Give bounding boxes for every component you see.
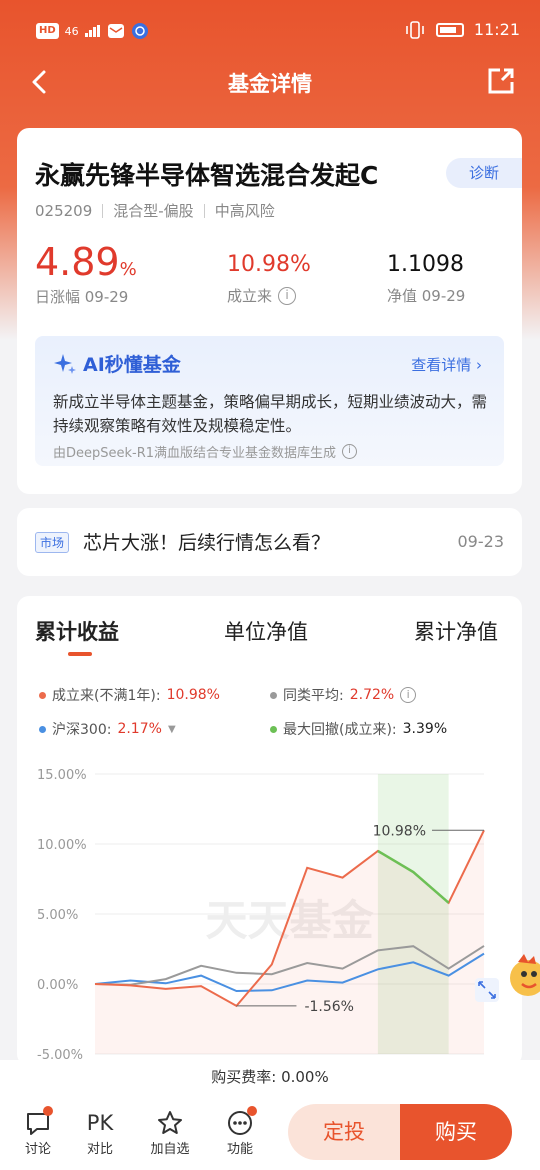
news-date: 09-23 — [457, 532, 505, 551]
nav-value: 1.1098 — [387, 252, 464, 277]
max-annotation: 10.98% — [373, 823, 426, 839]
legend-hs300[interactable]: 沪深300: 2.17% ▼ — [39, 719, 176, 739]
sparkle-icon — [54, 353, 76, 374]
news-headline: 芯片大涨！后续行情怎么看？ — [83, 532, 331, 554]
discuss-label: 讨论 — [24, 1142, 51, 1157]
day-change-label: 日涨幅 09-29 — [35, 288, 129, 306]
fund-name: 永赢先锋半导体智选混合发起C — [35, 161, 379, 190]
since-inception-label: 成立来 — [227, 287, 273, 305]
notification-dot — [43, 1106, 53, 1116]
nav-label: 净值 09-29 — [387, 287, 466, 305]
y-tick-label: 10.00% — [37, 838, 87, 853]
y-tick-label: 0.00% — [37, 978, 78, 993]
sip-button[interactable]: 定投 — [288, 1104, 400, 1160]
fund-risk: 中高风险 — [214, 202, 275, 220]
fund-meta: 025209 混合型-偏股 中高风险 — [35, 200, 275, 221]
legend-dot — [39, 725, 46, 733]
watchlist-button[interactable]: 加自选 — [145, 1108, 195, 1157]
legend-dot — [39, 691, 46, 699]
compare-button[interactable]: PK 对比 — [75, 1108, 125, 1157]
chart-tabs: 累计收益 单位净值 累计净值 — [17, 616, 522, 656]
tab-cumulative-nav[interactable]: 累计净值 — [414, 616, 498, 646]
news-tag: 市场 — [35, 532, 70, 553]
since-inception-stat[interactable]: 10.98% 成立来 i — [227, 240, 311, 306]
legend-dot — [270, 725, 277, 733]
share-icon[interactable] — [486, 66, 516, 96]
ai-summary-box[interactable]: AI秒懂基金 查看详情 › 新成立半导体主题基金，策略偏早期成长，短期业绩波动大… — [35, 336, 504, 466]
cumulative-return-chart: 15.00%10.00%5.00%0.00%-5.00%天天基金10.98%-1… — [37, 768, 499, 1063]
compare-label: 对比 — [86, 1142, 113, 1157]
chevron-right-icon: › — [476, 356, 482, 374]
network-indicator: 46 — [64, 24, 79, 38]
pk-icon: PK — [86, 1111, 114, 1135]
hd-badge: HD — [36, 23, 59, 39]
diagnose-button[interactable]: 诊断 — [446, 158, 522, 188]
min-annotation: -1.56% — [304, 999, 354, 1015]
ai-footer-text: 由DeepSeek-R1满血版结合专业基金数据库生成 — [53, 446, 337, 461]
ai-details-link[interactable]: 查看详情 › — [411, 354, 482, 375]
buy-button[interactable]: 购买 — [400, 1104, 512, 1160]
info-icon[interactable]: i — [278, 286, 297, 305]
day-change-stat: 4.89% 日涨幅 09-29 — [35, 240, 137, 307]
battery-icon — [435, 22, 464, 37]
star-icon — [158, 1111, 182, 1134]
discuss-button[interactable]: 讨论 — [13, 1106, 63, 1157]
ai-title: AI秒懂基金 — [53, 350, 181, 377]
day-change-value: 4.89 — [35, 240, 120, 284]
app-notification-icon — [131, 23, 148, 39]
dropdown-caret-icon[interactable]: ▼ — [168, 724, 176, 735]
purchase-fee: 购买费率: 0.00% — [0, 1060, 540, 1094]
performance-card: 累计收益 单位净值 累计净值 成立来(不满1年): 10.98% 同类平均: 2.7… — [17, 596, 522, 1066]
ai-footer: 由DeepSeek-R1满血版结合专业基金数据库生成 i — [53, 442, 358, 461]
legend-label: 沪深300: — [52, 722, 112, 738]
ai-summary-text: 新成立半导体主题基金，策略偏早期成长，短期业绩波动大，需持续观察策略有效性及规模… — [53, 393, 488, 435]
fund-summary-card: 永赢先锋半导体智选混合发起C 诊断 025209 混合型-偏股 中高风险 4.8… — [17, 128, 522, 494]
status-bar: HD 46 11:21 — [0, 0, 540, 60]
ai-title-text: AI秒懂基金 — [83, 354, 181, 376]
vibrate-icon — [406, 20, 424, 39]
functions-label: 功能 — [226, 1142, 253, 1157]
mascot-icon[interactable] — [504, 950, 540, 1000]
legend-peer: 同类平均: 2.72% i — [270, 685, 417, 705]
active-tab-indicator — [68, 652, 92, 656]
y-tick-label: 15.00% — [37, 768, 87, 783]
legend-drawdown: 最大回撤(成立来): 3.39% — [270, 719, 447, 739]
tab-cumulative-return[interactable]: 累计收益 — [35, 616, 119, 646]
expand-icon[interactable] — [475, 978, 499, 1002]
clock: 11:21 — [473, 20, 520, 39]
mail-icon — [107, 24, 124, 38]
day-change-unit: % — [119, 259, 137, 280]
since-inception-value: 10.98% — [227, 252, 311, 277]
legend-label: 最大回撤(成立来): — [283, 722, 397, 738]
legend-value: 2.17% — [117, 721, 162, 737]
watchlist-label: 加自选 — [150, 1142, 190, 1157]
page-title: 基金详情 — [228, 72, 312, 96]
legend-label: 成立来(不满1年): — [52, 688, 161, 704]
legend-label: 同类平均: — [283, 688, 344, 704]
legend-dot — [270, 691, 277, 699]
nav-stat: 1.1098 净值 09-29 — [387, 240, 465, 306]
legend-value: 2.72% — [349, 687, 395, 703]
divider — [203, 203, 205, 218]
news-card[interactable]: 市场 芯片大涨！后续行情怎么看？ 09-23 — [17, 508, 522, 576]
info-icon[interactable]: i — [342, 444, 358, 459]
divider — [102, 203, 104, 218]
fund-type: 混合型-偏股 — [113, 202, 194, 220]
bottom-action-bar: 讨论 PK 对比 加自选 功能 定投 购买 — [0, 1094, 540, 1170]
functions-button[interactable]: 功能 — [215, 1106, 265, 1157]
nav-bar: 基金详情 — [0, 60, 540, 104]
info-icon[interactable]: i — [400, 687, 417, 703]
y-tick-label: 5.00% — [37, 908, 78, 923]
legend-value: 3.39% — [402, 721, 448, 737]
signal-icon — [84, 25, 100, 37]
fund-code: 025209 — [35, 201, 93, 220]
tab-unit-nav[interactable]: 单位净值 — [224, 616, 308, 646]
notification-dot — [247, 1106, 257, 1116]
legend-fund: 成立来(不满1年): 10.98% — [39, 685, 220, 705]
legend-value: 10.98% — [166, 687, 220, 703]
